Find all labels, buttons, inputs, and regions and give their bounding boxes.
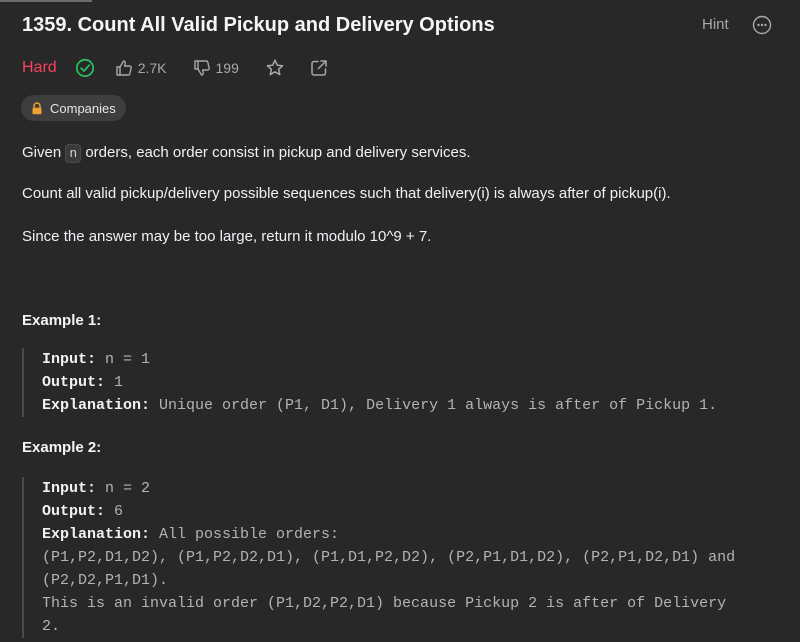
input-value: n = 2 — [96, 480, 151, 497]
explanation-text: (P2,D2,P1,D1). — [42, 572, 169, 589]
explanation-label: Explanation: — [42, 397, 151, 414]
example-1-block: Input: n = 1 Output: 1 Explanation: Uniq… — [22, 348, 717, 417]
difficulty-badge: Hard — [22, 59, 57, 76]
input-label: Input: — [42, 480, 97, 497]
example-2-title: Example 2: — [22, 439, 102, 456]
input-label: Input: — [42, 351, 97, 368]
output-label: Output: — [42, 503, 106, 520]
companies-label: Companies — [50, 100, 116, 116]
output-label: Output: — [42, 374, 106, 391]
share-icon[interactable] — [309, 58, 329, 78]
output-value: 6 — [105, 503, 124, 520]
check-circle-icon — [75, 58, 95, 78]
tab-indicator — [0, 0, 92, 2]
input-value: n = 1 — [96, 351, 151, 368]
example-1-title: Example 1: — [22, 312, 102, 329]
thumbs-up-icon — [115, 59, 133, 77]
problem-meta-row: Hard 2.7K 199 — [22, 56, 329, 80]
explanation-text: This is an invalid order (P1,D2,P2,D1) b… — [42, 595, 727, 612]
dislike-count: 199 — [215, 60, 239, 76]
companies-button[interactable]: Companies — [21, 95, 126, 121]
star-icon[interactable] — [265, 58, 285, 78]
output-value: 1 — [105, 374, 124, 391]
description-paragraph: Given n orders, each order consist in pi… — [22, 142, 471, 165]
thumbs-down-icon — [193, 59, 211, 77]
description-text: orders, each order consist in pickup and… — [81, 144, 471, 161]
explanation-label: Explanation: — [42, 526, 151, 543]
explanation-text: 2. — [42, 618, 61, 635]
description-text: Given — [22, 144, 66, 161]
example-2-block: Input: n = 2 Output: 6 Explanation: All … — [22, 477, 735, 638]
lock-icon — [31, 101, 43, 115]
explanation-text: Unique order (P1, D1), Delivery 1 always… — [150, 397, 718, 414]
hint-button[interactable]: Hint — [702, 15, 729, 35]
like-count: 2.7K — [137, 60, 167, 76]
like-button[interactable]: 2.7K — [115, 59, 167, 77]
explanation-text: (P1,P2,D1,D2), (P1,P2,D2,D1), (P1,D1,P2,… — [42, 549, 736, 566]
more-icon[interactable] — [752, 15, 772, 35]
inline-code-n: n — [65, 144, 82, 163]
problem-title: 1359. Count All Valid Pickup and Deliver… — [22, 14, 495, 36]
explanation-text: All possible orders: — [150, 526, 349, 543]
description-paragraph: Since the answer may be too large, retur… — [22, 228, 432, 245]
dislike-button[interactable]: 199 — [193, 59, 239, 77]
description-paragraph: Count all valid pickup/delivery possible… — [22, 185, 671, 202]
